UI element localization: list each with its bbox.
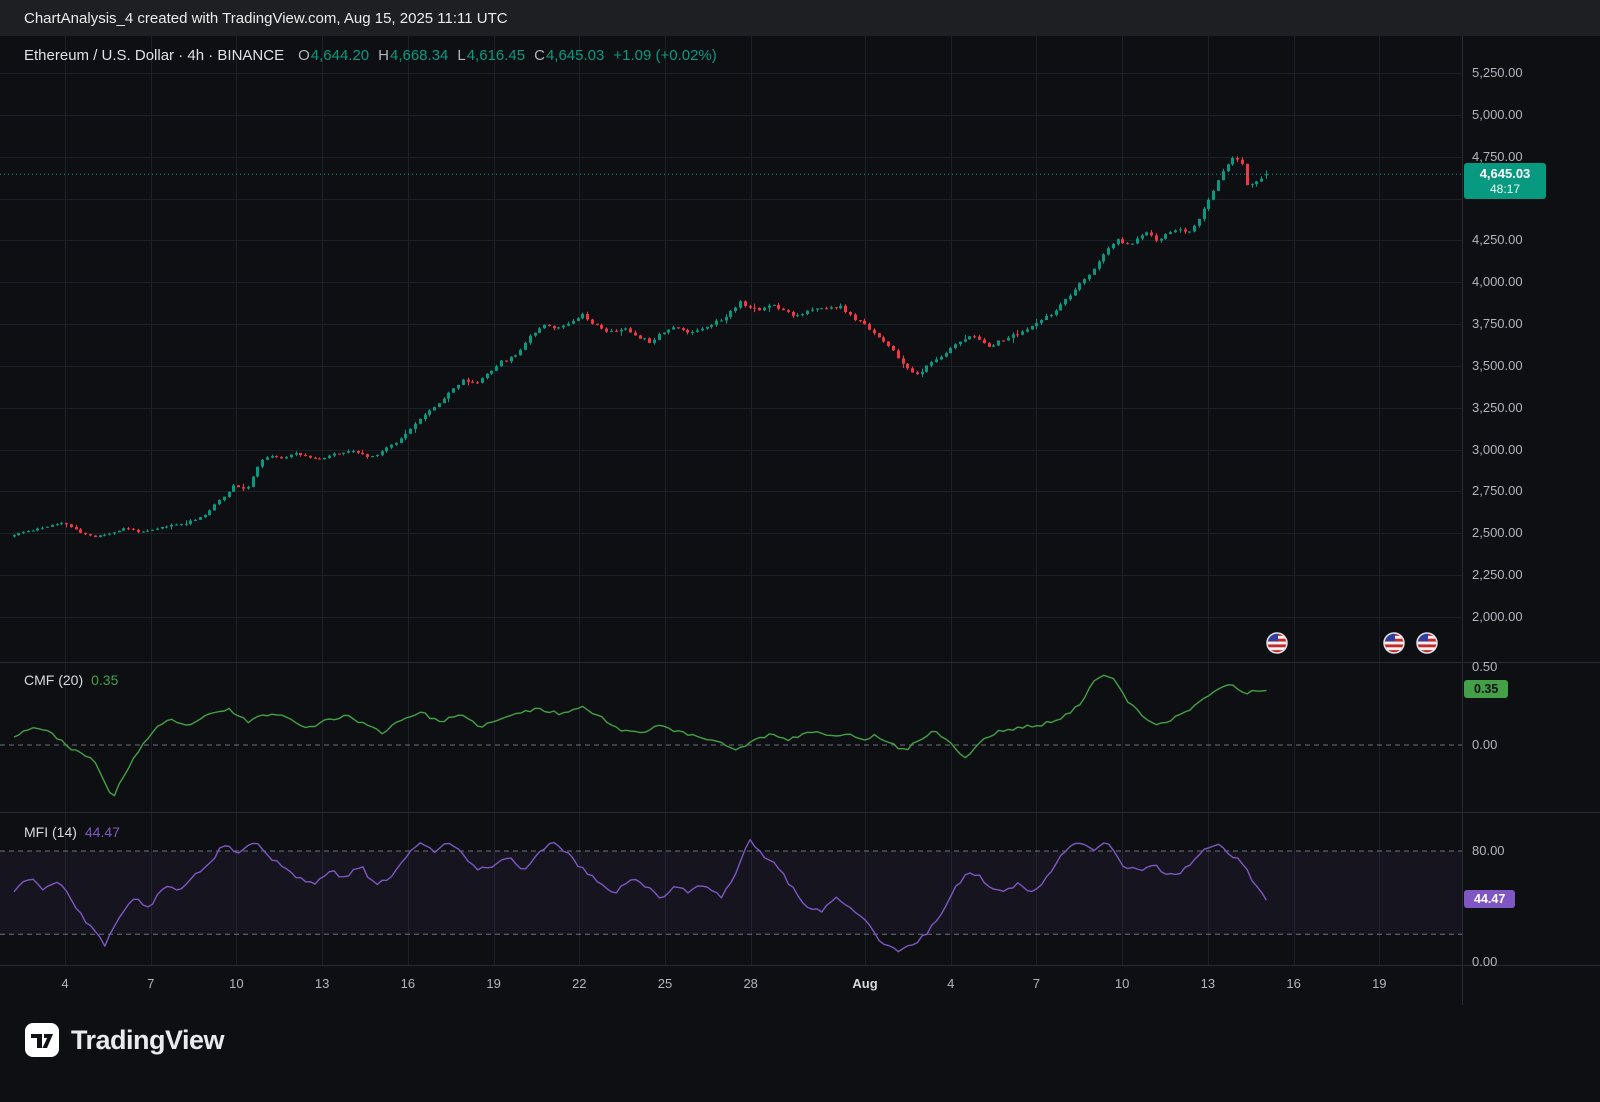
- time-axis-label[interactable]: 16: [401, 976, 415, 991]
- mfi-value-badge: 44.47: [1464, 890, 1515, 908]
- time-axis-label[interactable]: 16: [1286, 976, 1300, 991]
- chart-canvas[interactable]: [0, 0, 1600, 1102]
- price-axis-label: 4,250.00: [1472, 232, 1523, 247]
- us-flag-event-icon[interactable]: [1417, 633, 1437, 653]
- cmf-line: [14, 675, 1266, 795]
- cmf-label: CMF (20): [24, 672, 83, 688]
- high-value: 4,668.34: [390, 47, 448, 64]
- time-axis-label[interactable]: 22: [572, 976, 586, 991]
- low-label: L: [457, 47, 465, 64]
- bar-countdown: 48:17: [1472, 182, 1538, 196]
- mfi-axis-label: 0.00: [1472, 954, 1497, 969]
- time-axis-label[interactable]: 19: [486, 976, 500, 991]
- mfi-value: 44.47: [85, 824, 120, 840]
- time-axis-label[interactable]: 7: [1033, 976, 1040, 991]
- us-flag-event-icon[interactable]: [1384, 633, 1404, 653]
- time-axis-label[interactable]: 10: [229, 976, 243, 991]
- time-axis-label[interactable]: 4: [61, 976, 68, 991]
- us-flag-event-icon[interactable]: [1267, 633, 1287, 653]
- symbol-legend[interactable]: Ethereum / U.S. Dollar · 4h · BINANCE O4…: [24, 47, 717, 64]
- price-axis-label: 5,250.00: [1472, 65, 1523, 80]
- mfi-axis-label: 80.00: [1472, 843, 1505, 858]
- time-axis-label[interactable]: 4: [947, 976, 954, 991]
- price-axis-label: 4,750.00: [1472, 149, 1523, 164]
- mfi-legend[interactable]: MFI (14) 44.47: [24, 824, 120, 840]
- open-label: O: [298, 47, 310, 64]
- low-value: 4,616.45: [467, 47, 525, 64]
- price-axis-label: 2,500.00: [1472, 525, 1523, 540]
- symbol-title: Ethereum / U.S. Dollar · 4h · BINANCE: [24, 47, 284, 64]
- time-axis-label[interactable]: 25: [658, 976, 672, 991]
- tradingview-logo[interactable]: TradingView: [24, 1022, 224, 1058]
- chart-title: ChartAnalysis_4 created with TradingView…: [24, 10, 508, 27]
- candlestick-series: [13, 156, 1268, 537]
- price-axis-label: 5,000.00: [1472, 107, 1523, 122]
- close-label: C: [534, 47, 545, 64]
- cmf-axis-label: 0.50: [1472, 659, 1497, 674]
- tradingview-chart-screenshot: ChartAnalysis_4 created with TradingView…: [0, 0, 1600, 1102]
- price-axis-label: 2,000.00: [1472, 609, 1523, 624]
- open-value: 4,644.20: [311, 47, 369, 64]
- time-axis-label[interactable]: 13: [315, 976, 329, 991]
- last-price-badge: 4,645.03 48:17: [1464, 163, 1546, 199]
- price-axis-label: 3,750.00: [1472, 316, 1523, 331]
- time-axis-label[interactable]: 19: [1372, 976, 1386, 991]
- tradingview-brand-text: TradingView: [71, 1025, 224, 1056]
- cmf-value-badge: 0.35: [1464, 680, 1508, 698]
- price-axis-label: 3,250.00: [1472, 400, 1523, 415]
- time-axis-label[interactable]: Aug: [852, 976, 877, 991]
- price-axis-label: 4,000.00: [1472, 274, 1523, 289]
- cmf-value: 0.35: [91, 672, 118, 688]
- change-value: +1.09 (+0.02%): [613, 47, 716, 64]
- chart-title-bar: ChartAnalysis_4 created with TradingView…: [0, 0, 1600, 36]
- tradingview-logo-icon: [24, 1022, 60, 1058]
- price-axis-label: 2,250.00: [1472, 567, 1523, 582]
- last-price-value: 4,645.03: [1472, 166, 1538, 181]
- cmf-axis-label: 0.00: [1472, 737, 1497, 752]
- high-label: H: [378, 47, 389, 64]
- ohlc-values: O4,644.20 H4,668.34 L4,616.45 C4,645.03 …: [298, 47, 717, 64]
- time-axis-label[interactable]: 7: [147, 976, 154, 991]
- time-axis-label[interactable]: 10: [1115, 976, 1129, 991]
- price-axis-label: 3,500.00: [1472, 358, 1523, 373]
- time-axis-label[interactable]: 13: [1201, 976, 1215, 991]
- close-value: 4,645.03: [546, 47, 604, 64]
- time-axis-label[interactable]: 28: [743, 976, 757, 991]
- price-axis-label: 3,000.00: [1472, 442, 1523, 457]
- mfi-label: MFI (14): [24, 824, 77, 840]
- cmf-legend[interactable]: CMF (20) 0.35: [24, 672, 118, 688]
- price-axis-label: 2,750.00: [1472, 483, 1523, 498]
